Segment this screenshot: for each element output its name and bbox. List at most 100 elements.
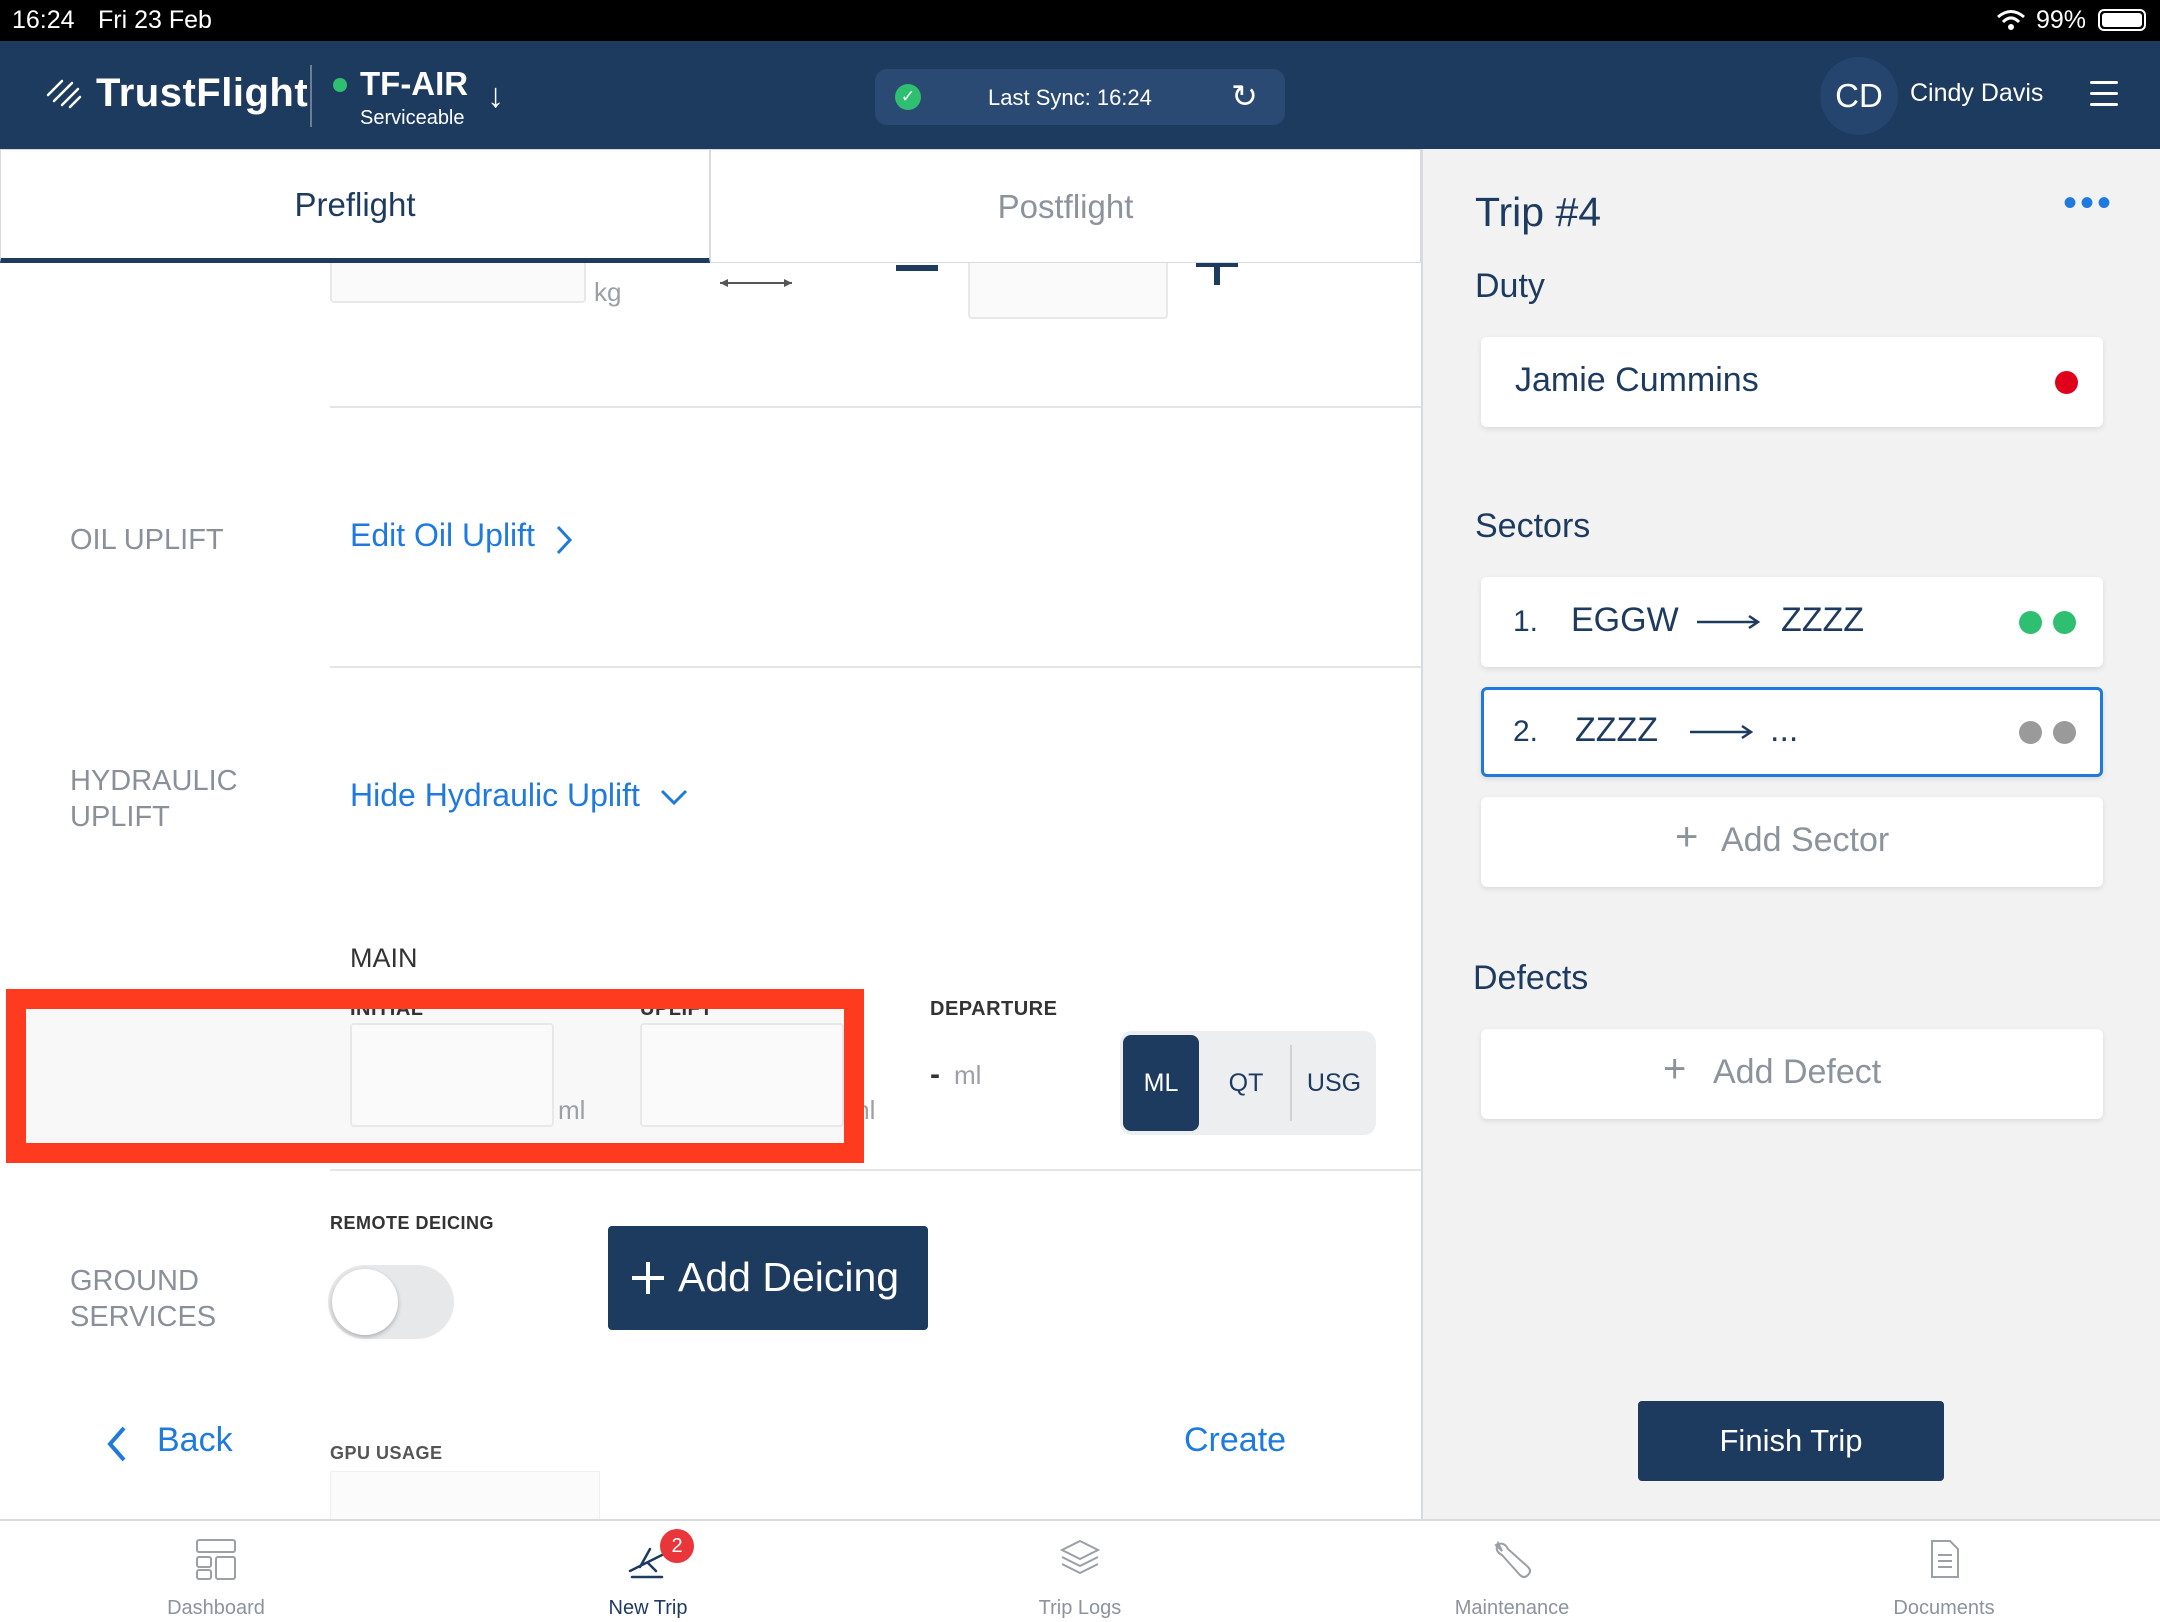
- app-name: TrustFlight: [96, 71, 309, 115]
- sync-text: Last Sync: 16:24: [988, 85, 1152, 110]
- gpu-usage-input[interactable]: [330, 1471, 600, 1519]
- divider: [330, 406, 1421, 408]
- plus-icon: +: [1663, 1047, 1687, 1091]
- departure-label: DEPARTURE: [930, 998, 1058, 1020]
- create-button[interactable]: Create: [1184, 1421, 1286, 1460]
- divider: [330, 1169, 1421, 1171]
- aircraft-registration[interactable]: TF-AIR: [360, 65, 468, 103]
- unit-option-qt[interactable]: QT: [1204, 1031, 1288, 1135]
- aircraft-status: Serviceable: [360, 107, 465, 129]
- remote-deicing-label: REMOTE DEICING: [330, 1213, 495, 1233]
- sector-item[interactable]: 1. EGGW ZZZZ: [1481, 577, 2103, 667]
- status-bar: 16:24 Fri 23 Feb 99%: [0, 0, 2160, 41]
- preflight-form: ✓ 150 kg ✓ 0 OIL UPLIFT Edit Oil Uplift …: [0, 263, 1421, 1519]
- avatar[interactable]: CD: [1820, 57, 1898, 135]
- fuel-input-left[interactable]: ✓ 150: [330, 263, 586, 303]
- decrement-button[interactable]: [896, 265, 938, 271]
- app-header: TrustFlight TF-AIR Serviceable ↓ ✓ Last …: [0, 41, 2160, 149]
- tab-postflight[interactable]: Postflight: [710, 149, 1421, 263]
- add-defect-button[interactable]: + Add Defect: [1481, 1029, 2103, 1119]
- nav-label: Documents: [1893, 1597, 1995, 1619]
- nav-label: New Trip: [608, 1597, 688, 1619]
- nav-new-trip[interactable]: 2 New Trip: [432, 1521, 864, 1622]
- divider: [330, 666, 1421, 668]
- trustflight-logo-icon: [46, 79, 82, 109]
- arrow-down-icon[interactable]: ↓: [487, 77, 504, 116]
- add-sector-label: Add Sector: [1721, 821, 1890, 859]
- fuel-value-left: 150: [458, 263, 531, 267]
- add-deicing-button[interactable]: Add Deicing: [608, 1226, 928, 1330]
- duty-card[interactable]: Jamie Cummins: [1481, 337, 2103, 427]
- fuel-input-right[interactable]: ✓ 0: [968, 263, 1168, 319]
- double-arrow-icon: [720, 279, 792, 287]
- ground-services-line1: GROUND: [70, 1265, 199, 1297]
- more-options-icon[interactable]: •••: [2063, 181, 2114, 226]
- ground-services-label: GROUND SERVICES: [70, 1263, 216, 1335]
- fuel-unit-left: kg: [594, 277, 622, 307]
- nav-maintenance[interactable]: Maintenance: [1296, 1521, 1728, 1622]
- status-date: Fri 23 Feb: [98, 6, 212, 34]
- hydraulic-uplift-label: HYDRAULIC UPLIFT: [70, 763, 238, 835]
- highlight-box: [6, 989, 864, 1163]
- hydraulic-label-line2: UPLIFT: [70, 801, 170, 833]
- increment-button-vertical: [1214, 263, 1220, 285]
- chevron-left-icon[interactable]: [104, 1424, 128, 1464]
- trip-title: Trip #4: [1475, 189, 1602, 235]
- duty-crew-name: Jamie Cummins: [1515, 361, 1759, 399]
- check-circle-icon: ✓: [895, 84, 921, 110]
- sector-destination: ZZZZ: [1781, 601, 1865, 639]
- status-dot: [2053, 611, 2076, 634]
- add-sector-button[interactable]: + Add Sector: [1481, 797, 2103, 887]
- document-icon: [1931, 1540, 1959, 1578]
- check-icon: ✓: [362, 263, 384, 266]
- trip-panel: Trip #4 ••• Duty Jamie Cummins Sectors 1…: [1421, 149, 2160, 1519]
- dashboard-icon: [196, 1539, 236, 1580]
- nav-label: Trip Logs: [1038, 1597, 1122, 1619]
- hamburger-menu-icon[interactable]: [2090, 81, 2118, 109]
- ground-services-line2: SERVICES: [70, 1301, 217, 1333]
- refresh-icon[interactable]: ↻: [1231, 77, 1258, 115]
- add-deicing-label: Add Deicing: [678, 1254, 900, 1300]
- toggle-knob: [332, 1269, 398, 1335]
- user-name[interactable]: Cindy Davis: [1910, 79, 2043, 108]
- sector-destination: ...: [1770, 711, 1799, 749]
- edit-oil-uplift-link[interactable]: Edit Oil Uplift: [350, 517, 535, 554]
- sector-origin: ZZZZ: [1575, 711, 1659, 749]
- sector-origin: EGGW: [1571, 601, 1679, 639]
- nav-dashboard[interactable]: Dashboard: [0, 1521, 432, 1622]
- aircraft-status-dot: [333, 78, 347, 92]
- check-icon: ✓: [992, 263, 1014, 270]
- status-time: 16:24: [12, 6, 75, 34]
- tab-preflight[interactable]: Preflight: [0, 149, 710, 263]
- nav-trip-logs[interactable]: Trip Logs: [864, 1521, 1296, 1622]
- remote-deicing-toggle[interactable]: [328, 1265, 454, 1339]
- nav-label: Dashboard: [167, 1597, 265, 1619]
- departure-value: -: [930, 1058, 940, 1091]
- plus-icon: +: [1675, 815, 1699, 859]
- unit-option-ml[interactable]: ML: [1123, 1035, 1199, 1131]
- sector-number: 1.: [1513, 605, 1539, 638]
- hydraulic-system-name: MAIN: [350, 943, 418, 973]
- gpu-usage-label: GPU USAGE: [330, 1443, 443, 1463]
- notification-badge: 2: [660, 1529, 694, 1563]
- finish-trip-button[interactable]: Finish Trip: [1638, 1401, 1944, 1481]
- sector-item[interactable]: 2. ZZZZ ...: [1481, 687, 2103, 777]
- status-dot: [2019, 611, 2042, 634]
- back-button[interactable]: Back: [157, 1421, 233, 1460]
- chevron-down-icon: [660, 789, 688, 806]
- nav-documents[interactable]: Documents: [1728, 1521, 2160, 1622]
- unit-option-usg[interactable]: USG: [1292, 1031, 1376, 1135]
- fuel-value-right: 0: [1084, 263, 1108, 273]
- status-dot: [2053, 721, 2076, 744]
- sync-status-pill: ✓ Last Sync: 16:24 ↻: [875, 69, 1285, 125]
- plus-icon: [632, 1262, 664, 1294]
- add-defect-label: Add Defect: [1713, 1053, 1882, 1091]
- battery-percentage: 99%: [2035, 6, 2086, 34]
- hide-hydraulic-uplift-link[interactable]: Hide Hydraulic Uplift: [350, 777, 640, 814]
- status-dot: [2019, 721, 2042, 744]
- wrench-icon: [1494, 1540, 1531, 1578]
- long-arrow-right-icon: [1697, 614, 1761, 630]
- chevron-right-icon: [556, 525, 573, 555]
- sector-number: 2.: [1513, 715, 1539, 748]
- wifi-icon: [1997, 10, 2025, 30]
